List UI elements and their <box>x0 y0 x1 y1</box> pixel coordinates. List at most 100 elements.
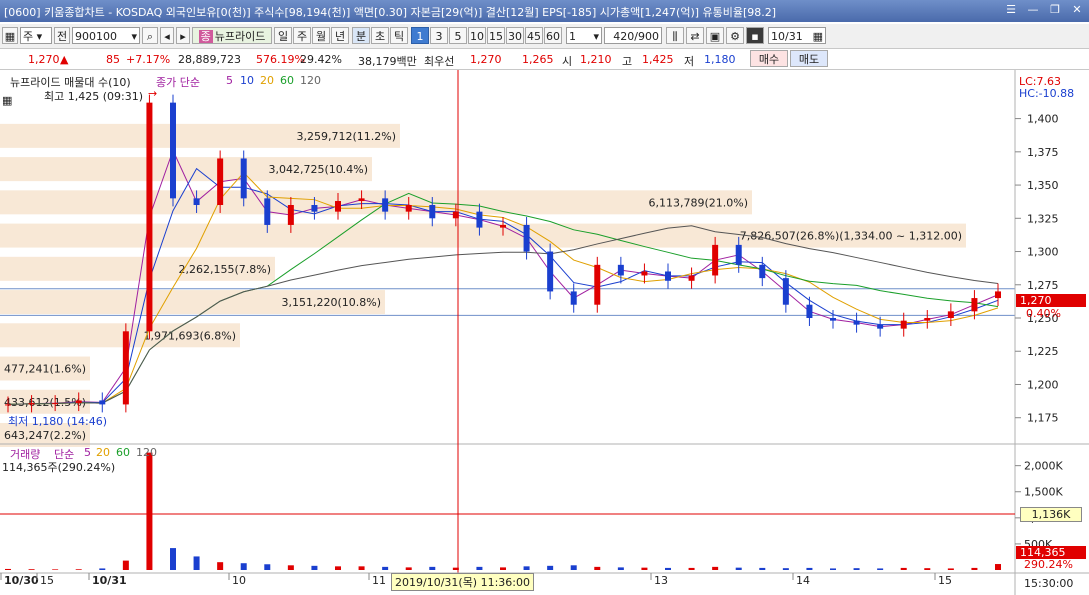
volume-bar <box>924 568 931 570</box>
candle-body <box>735 244 742 265</box>
sell-button[interactable]: 매도 <box>790 50 828 67</box>
candle-body <box>193 198 200 206</box>
volume-bar <box>947 568 954 570</box>
y-tick-label: 1,325 <box>1027 212 1059 225</box>
num-15[interactable]: 15 <box>487 27 505 44</box>
stock-chart[interactable]: 3,259,712(11.2%) 3,042,725(10.4%) 6,113,78… <box>0 70 1089 595</box>
num-5[interactable]: 5 <box>449 27 467 44</box>
num-3[interactable]: 3 <box>430 27 448 44</box>
search-icon[interactable]: ⌕ <box>142 27 158 44</box>
table-icon[interactable]: ▦ <box>2 94 12 107</box>
tab-year[interactable]: 년 <box>331 27 349 44</box>
volume-bar <box>122 560 129 570</box>
num-60[interactable]: 60 <box>544 27 562 44</box>
x-tick-label: 13 <box>654 574 668 587</box>
candle-body <box>900 320 907 329</box>
volume-bar <box>735 567 742 570</box>
candle-body <box>547 251 554 292</box>
restore-icon[interactable]: ❐ <box>1047 2 1063 18</box>
candle-body <box>170 102 176 199</box>
candle-body <box>5 404 11 406</box>
num-45[interactable]: 45 <box>525 27 543 44</box>
open-label: 시 <box>562 55 573 68</box>
max-arrow-icon: → <box>148 87 158 100</box>
ma10-label: 10 <box>240 74 254 87</box>
candle-body <box>429 205 436 219</box>
candle-body <box>947 311 954 319</box>
save-icon[interactable]: ▣ <box>706 27 724 44</box>
prev-label[interactable]: 전 <box>54 27 70 44</box>
stock-name[interactable]: 종 뉴프라이드 <box>192 27 272 44</box>
candle-body <box>500 224 506 228</box>
ma120-label: 120 <box>300 74 321 87</box>
vol-ma60-label: 60 <box>116 446 130 459</box>
type-select[interactable]: 주 ▾ <box>20 27 52 44</box>
volume-ref-tag: 1,136K <box>1020 507 1082 522</box>
minimize-icon[interactable]: — <box>1025 2 1041 18</box>
tab-day[interactable]: 일 <box>274 27 292 44</box>
tab-month[interactable]: 월 <box>312 27 330 44</box>
candle-body <box>240 158 247 199</box>
bars-icon[interactable]: ⫼ <box>666 27 684 44</box>
price-ma-label: 종가 단순 <box>156 76 200 89</box>
crosshair-time: 2019/10/31(목) 11:36:00 <box>391 573 535 591</box>
title-bar: [0600] 키움종합차트 - KOSDAQ 외국인보유[0(천)] 주식수[9… <box>0 0 1089 22</box>
num-10[interactable]: 10 <box>468 27 486 44</box>
volume-bar <box>382 566 389 570</box>
trade-amount: 38,179백만 <box>358 55 417 68</box>
low-label: 저 <box>684 55 695 68</box>
y-tick-label: 1,175 <box>1027 412 1059 425</box>
up-arrow-icon: ▲ <box>60 53 69 66</box>
candle-body <box>311 205 318 212</box>
menu-icon[interactable]: ☰ <box>1003 2 1019 18</box>
num-1[interactable]: 1 <box>411 27 429 44</box>
volume-bar <box>28 569 35 570</box>
candle-body <box>782 278 789 305</box>
candle-body <box>688 275 695 281</box>
change-rate: +7.17% <box>126 53 171 66</box>
volume-bar <box>287 565 294 570</box>
volume-bar <box>52 569 59 570</box>
volume-profile-label: 2,262,155(7.8%) <box>178 263 271 276</box>
volume-bar <box>877 568 884 570</box>
quote-bar: 1,270 ▲ 85 +7.17% 28,889,723 576.19% 29.… <box>0 49 1089 70</box>
vol-ma20-label: 20 <box>96 446 110 459</box>
volume-bar <box>688 567 695 570</box>
tab-week[interactable]: 주 <box>293 27 311 44</box>
volume-bar <box>570 565 577 570</box>
volume-bar <box>900 567 907 570</box>
gear-icon[interactable]: ⚙ <box>726 27 744 44</box>
volume-bar <box>99 568 106 570</box>
x-right-label: 15:30:00 <box>1024 577 1074 590</box>
fixed-icon[interactable]: ▪ <box>746 27 764 44</box>
tab-minute[interactable]: 분 <box>352 27 370 44</box>
candle-body <box>146 102 153 332</box>
best-label: 최우선 <box>424 55 455 68</box>
toggle-icon[interactable]: ⇄ <box>686 27 704 44</box>
ma5-label: 5 <box>226 74 233 87</box>
tab-tick[interactable]: 틱 <box>390 27 408 44</box>
candle-body <box>971 298 978 312</box>
candle-body <box>641 271 648 276</box>
candle-body <box>523 224 530 252</box>
volume-bar <box>641 567 648 570</box>
candle-body <box>75 400 82 404</box>
last-rate-label: 0.40% <box>1026 307 1061 320</box>
layout-icon[interactable]: ▦ <box>2 27 18 44</box>
volume-bar <box>146 452 153 570</box>
candle-body <box>806 304 813 319</box>
speaker-icon[interactable]: ▸ <box>176 27 190 44</box>
scroll-icon[interactable]: ◂ <box>160 27 174 44</box>
count-input[interactable]: 1 ▾ <box>566 27 602 44</box>
close-icon[interactable]: ✕ <box>1069 2 1085 18</box>
buy-button[interactable]: 매수 <box>750 50 788 67</box>
y-tick-label: 1,225 <box>1027 345 1059 358</box>
num-30[interactable]: 30 <box>506 27 524 44</box>
code-input[interactable]: 900100 ▾ <box>72 27 140 44</box>
date-input[interactable]: 10/31 ▦ <box>768 27 826 44</box>
tab-second[interactable]: 초 <box>371 27 389 44</box>
volume-bar <box>853 568 860 570</box>
volume-profile-label: 3,042,725(10.4%) <box>268 163 368 176</box>
volume-bar <box>523 566 530 570</box>
volume-bar <box>594 566 601 570</box>
